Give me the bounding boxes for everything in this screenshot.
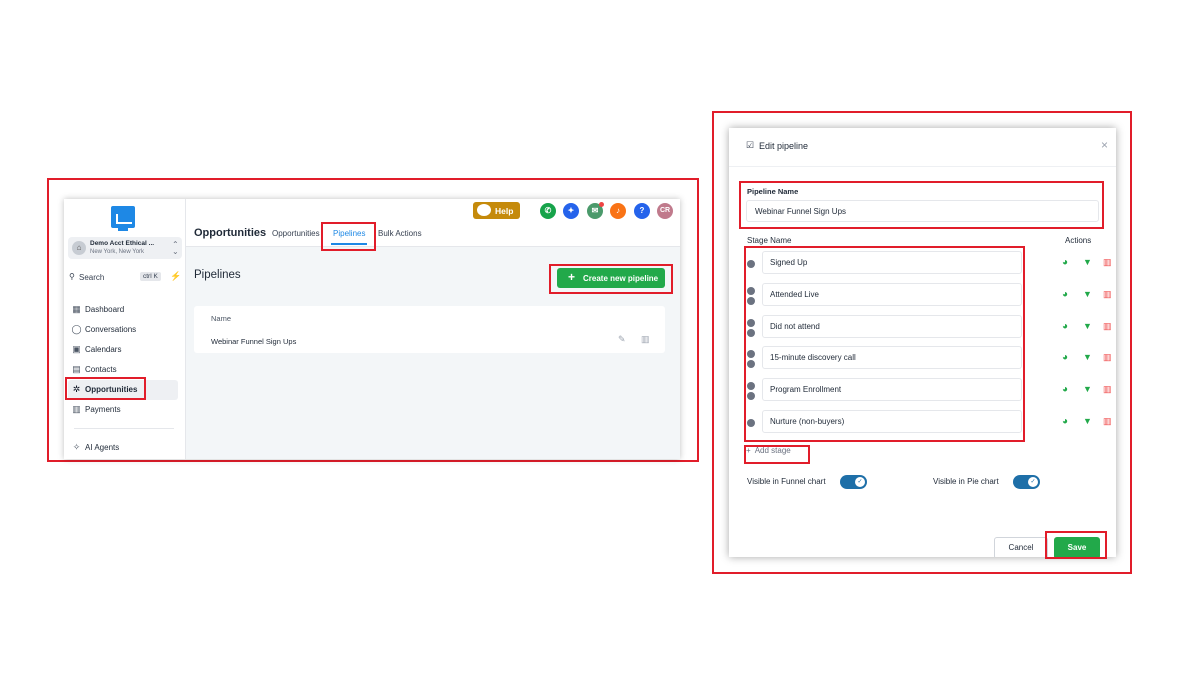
- lightning-icon[interactable]: ⚡: [170, 271, 181, 282]
- pipelines-table: Name Webinar Funnel Sign Ups ✎ ▥: [194, 306, 665, 353]
- pipeline-name-highlight: [739, 181, 1104, 229]
- pie-chart-icon[interactable]: ◕: [1062, 352, 1068, 363]
- account-name: Demo Acct Ethical ...: [90, 240, 155, 247]
- trash-icon[interactable]: ▥: [1103, 289, 1112, 300]
- funnel-icon[interactable]: ▼: [1083, 416, 1092, 426]
- sidebar-item-dashboard[interactable]: ▦ Dashboard: [68, 300, 178, 320]
- pie-chart-icon[interactable]: ◕: [1062, 321, 1068, 332]
- funnel-icon[interactable]: ▼: [1083, 384, 1092, 394]
- stages-highlight: [744, 246, 1025, 442]
- pie-chart-icon[interactable]: ◕: [1062, 384, 1068, 395]
- logo-stand: [118, 228, 128, 231]
- trash-icon[interactable]: ▥: [1103, 384, 1112, 395]
- help-label: Help: [495, 206, 514, 216]
- funnel-toggle-label: Visible in Funnel chart: [747, 477, 826, 486]
- notification-dot: [599, 202, 604, 207]
- funnel-icon[interactable]: ▼: [1083, 289, 1092, 299]
- cancel-button[interactable]: Cancel: [994, 537, 1048, 557]
- chevron-updown-icon: ⌃ ⌄: [172, 240, 179, 256]
- create-pipeline-highlight: [549, 264, 673, 294]
- pipelines-heading: Pipelines: [194, 269, 241, 281]
- tab-bulk-actions[interactable]: Bulk Actions: [378, 229, 422, 238]
- check-icon: ✓: [855, 477, 865, 487]
- add-stage-highlight: [744, 445, 810, 464]
- edit-icon: ☑: [746, 140, 755, 150]
- trash-icon[interactable]: ▥: [1103, 321, 1112, 332]
- phone-icon[interactable]: ✆: [540, 203, 556, 219]
- actions-label: Actions: [1065, 236, 1092, 245]
- trash-icon[interactable]: ▥: [641, 334, 650, 345]
- contacts-icon: ▤: [72, 364, 81, 374]
- calendar-icon: ▣: [72, 344, 81, 354]
- pencil-icon[interactable]: ✎: [618, 334, 626, 345]
- pie-chart-toggle[interactable]: ✓: [1013, 475, 1040, 489]
- sidebar-item-label: AI Agents: [85, 443, 120, 452]
- search-input[interactable]: Search: [79, 273, 104, 282]
- pie-chart-icon[interactable]: ◕: [1062, 289, 1068, 300]
- sidebar-item-label: Calendars: [85, 345, 122, 354]
- account-avatar-icon: ⌂: [72, 241, 86, 255]
- sparkle-icon: ✧: [72, 442, 81, 452]
- payments-icon: ▥: [72, 404, 81, 414]
- sidebar-item-label: Conversations: [85, 325, 137, 334]
- sidebar-item-label: Contacts: [85, 365, 117, 374]
- check-icon: ✓: [1028, 477, 1038, 487]
- stage-name-label: Stage Name: [747, 236, 792, 245]
- search-icon: ⚲: [69, 272, 75, 281]
- apps-icon[interactable]: ✦: [563, 203, 579, 219]
- help-question-icon[interactable]: ?: [634, 203, 650, 219]
- search-shortcut-badge: ctrl K: [140, 272, 161, 281]
- sidebar: ⌂ Demo Acct Ethical ... New York, New Yo…: [64, 199, 186, 459]
- grid-icon: ▦: [72, 304, 81, 314]
- pie-chart-icon[interactable]: ◕: [1062, 257, 1068, 268]
- funnel-icon[interactable]: ▼: [1083, 352, 1092, 362]
- trash-icon[interactable]: ▥: [1103, 352, 1112, 363]
- modal-header-divider: [729, 166, 1116, 167]
- sidebar-item-label: Dashboard: [85, 305, 125, 314]
- trash-icon[interactable]: ▥: [1103, 257, 1112, 268]
- sidebar-item-ai-agents[interactable]: ✧ AI Agents: [68, 438, 178, 458]
- tab-opportunities[interactable]: Opportunities: [272, 229, 320, 238]
- page-title: Opportunities: [194, 227, 267, 239]
- funnel-chart-toggle[interactable]: ✓: [840, 475, 867, 489]
- pipelines-tab-highlight: [321, 222, 376, 251]
- column-header-name: Name: [211, 314, 232, 323]
- user-avatar[interactable]: CR: [657, 203, 673, 219]
- logo-icon: [111, 206, 135, 228]
- funnel-icon[interactable]: ▼: [1083, 321, 1092, 331]
- sidebar-item-payments[interactable]: ▥ Payments: [68, 400, 178, 420]
- top-header: Opportunities Opportunities Pipelines Bu…: [186, 199, 680, 247]
- bell-icon[interactable]: ♪: [610, 203, 626, 219]
- help-button[interactable]: Help: [473, 202, 520, 219]
- save-button-highlight: [1045, 531, 1107, 559]
- pie-toggle-label: Visible in Pie chart: [933, 477, 999, 486]
- close-icon[interactable]: ×: [1101, 138, 1108, 152]
- account-location: New York, New York: [90, 249, 145, 255]
- chat-bubble-icon: [477, 204, 491, 216]
- funnel-icon[interactable]: ▼: [1083, 257, 1092, 267]
- pie-chart-icon[interactable]: ◕: [1062, 416, 1068, 427]
- sidebar-item-conversations[interactable]: ◯ Conversations: [68, 320, 178, 340]
- table-row[interactable]: Webinar Funnel Sign Ups: [211, 337, 296, 346]
- sidebar-item-calendars[interactable]: ▣ Calendars: [68, 340, 178, 360]
- sidebar-item-label: Payments: [85, 405, 121, 414]
- chat-icon: ◯: [71, 324, 82, 334]
- sidebar-divider: [74, 428, 174, 429]
- opportunities-nav-highlight: [65, 377, 146, 400]
- modal-title: Edit pipeline: [759, 141, 809, 151]
- account-switcher[interactable]: ⌂ Demo Acct Ethical ... New York, New Yo…: [68, 237, 182, 259]
- trash-icon[interactable]: ▥: [1103, 416, 1112, 427]
